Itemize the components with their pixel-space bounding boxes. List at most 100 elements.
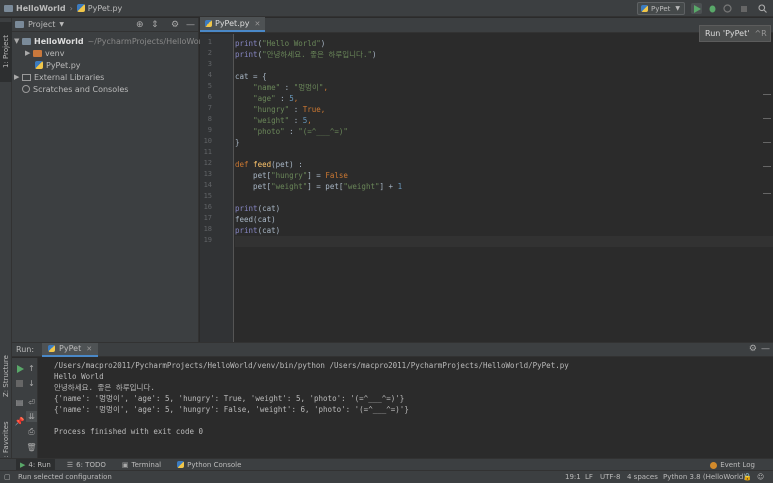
line-number: 7 [207,104,212,112]
coverage-button[interactable] [722,3,733,14]
layout-icon[interactable]: ▤ [14,397,25,408]
code-line: def feed(pet) : [235,159,303,170]
tab-python-console-label: Python Console [187,460,242,469]
code-token: cat = { [235,72,267,81]
scrollbar-marker[interactable] [763,166,771,167]
scroll-to-end-icon[interactable]: ⇊ [26,411,37,422]
tab-python-console[interactable]: Python Console [173,459,245,471]
editor: PyPet.py ✕ 1 2 3 4 5 6 7 8 9 10 11 12 13 14 15 16 17 18 19… [200,17,773,342]
bottom-tool-tabs: ▶ 4: Run ☰ 6: TODO ▣ Terminal Python Con… [0,458,773,471]
code-token: (pet) : [271,160,303,169]
line-number: 12 [203,159,212,167]
tree-item-helloworld[interactable]: ▼ HelloWorld ~/PycharmProjects/HelloWorl… [14,35,209,47]
code-area[interactable]: print("Hello World") print("안녕하세요. 좋은 하루입… [235,34,773,342]
scrollbar-marker[interactable] [763,118,771,119]
tab-todo[interactable]: ☰ 6: TODO [63,459,110,471]
structure-tool-tab-label: Z: Structure [2,355,10,397]
scrollbar-marker[interactable] [763,94,771,95]
project-tool-tab[interactable]: 1: Project [0,22,12,82]
tree-item-pypet[interactable]: PyPet.py [35,59,81,71]
run-button[interactable] [691,3,702,14]
lock-icon[interactable]: 🔒 [743,473,752,481]
line-separator[interactable]: LF [585,473,593,481]
console-line: {'name': '멍멍이', 'age': 5, 'hungry': True… [54,394,405,403]
collapsed-arrow-icon: ▶ [14,73,20,81]
code-token: "weight" [343,182,380,191]
editor-tab-bar: PyPet.py ✕ [200,17,773,33]
breadcrumb-file[interactable]: PyPet.py [88,4,123,13]
code-token: False [325,171,348,180]
code-line: "hungry" : True, [235,104,325,115]
tree-item-venv[interactable]: ▶ venv [25,47,64,59]
console-line: /Users/macpro2011/PycharmProjects/HelloW… [54,361,569,370]
scroll-up-icon[interactable]: ↑ [26,363,37,374]
folder-icon [33,49,42,57]
rerun-button[interactable] [14,363,25,374]
chevron-down-icon[interactable]: ▼ [59,21,64,28]
console-output[interactable]: /Users/macpro2011/PycharmProjects/HelloW… [54,360,769,459]
scrollbar-marker[interactable] [763,142,771,143]
python-file-icon [35,61,43,69]
breadcrumb-project[interactable]: HelloWorld [16,4,66,13]
minimize-icon[interactable]: — [186,20,195,30]
status-panel-icon[interactable]: ▢ [4,473,11,481]
cursor-position[interactable]: 19:1 [565,473,581,481]
tree-item-external-libraries[interactable]: ▶ External Libraries [14,71,104,83]
python-file-icon [641,5,648,12]
code-token: } [235,138,240,147]
run-configuration-select[interactable]: PyPet ▼ [637,2,685,15]
tree-item-path: ~/PycharmProjects/HelloWorld [87,36,210,46]
python-file-icon [205,20,212,27]
gear-icon[interactable]: ⚙ [171,20,179,30]
play-icon: ▶ [20,460,26,469]
scroll-down-icon[interactable]: ↓ [26,378,37,389]
project-panel: Project ▼ ⊕ ⇕ ⚙ — ▼ HelloWorld ~/Pycharm… [12,18,209,342]
tab-run[interactable]: ▶ 4: Run [16,458,55,471]
soft-wrap-icon[interactable]: ⏎ [26,397,37,408]
print-icon[interactable]: ⎙ [26,426,37,437]
scratches-icon [22,85,30,93]
line-number: 18 [203,225,212,233]
tab-terminal[interactable]: ▣ Terminal [118,459,165,471]
pin-icon[interactable]: 📌 [14,416,25,427]
tree-item-scratches[interactable]: Scratches and Consoles [22,83,128,95]
code-token: 1 [397,182,403,191]
python-interpreter[interactable]: Python 3.8 (HelloWorld) [663,473,746,481]
code-token: , [293,94,299,103]
code-token: ] + [379,182,398,191]
python-file-icon [76,4,85,12]
collapse-all-icon[interactable]: ⇕ [151,20,159,30]
stop-icon [16,380,23,387]
tab-todo-label: 6: TODO [76,460,106,469]
locate-icon[interactable]: ⊕ [136,20,144,30]
folder-icon [4,4,13,12]
event-log-label: Event Log [720,461,755,469]
indent-setting[interactable]: 4 spaces [627,473,658,481]
search-everywhere-button[interactable] [757,3,768,14]
stop-button[interactable] [738,3,749,14]
stop-button[interactable] [14,378,25,389]
code-token: "(=^___^=)" [298,127,348,136]
code-token: (cat) [257,226,281,235]
line-number: 4 [207,71,212,79]
gear-icon[interactable]: ⚙ [749,344,757,354]
file-encoding[interactable]: UTF-8 [600,473,620,481]
structure-tool-tab[interactable]: Z: Structure [0,343,12,409]
project-panel-title[interactable]: Project [28,20,55,29]
tab-pypet[interactable]: PyPet.py ✕ [200,17,266,32]
tooltip-shortcut: ^R [754,29,767,38]
trash-icon[interactable]: 🗑 [26,442,37,453]
tab-label: PyPet.py [215,19,250,28]
tree-item-label: venv [45,48,65,58]
inspector-icon[interactable]: ☺ [757,473,764,481]
tooltip-text: Run 'PyPet' [705,29,750,38]
close-icon[interactable]: ✕ [255,20,261,28]
close-icon[interactable]: ✕ [86,345,92,353]
line-number: 15 [203,192,212,200]
debug-button[interactable] [707,3,718,14]
code-line: pet["hungry"] = False [235,170,348,181]
run-tab-pypet[interactable]: PyPet ✕ [42,342,99,357]
minimize-icon[interactable]: — [761,344,770,354]
scrollbar-marker[interactable] [763,193,771,194]
